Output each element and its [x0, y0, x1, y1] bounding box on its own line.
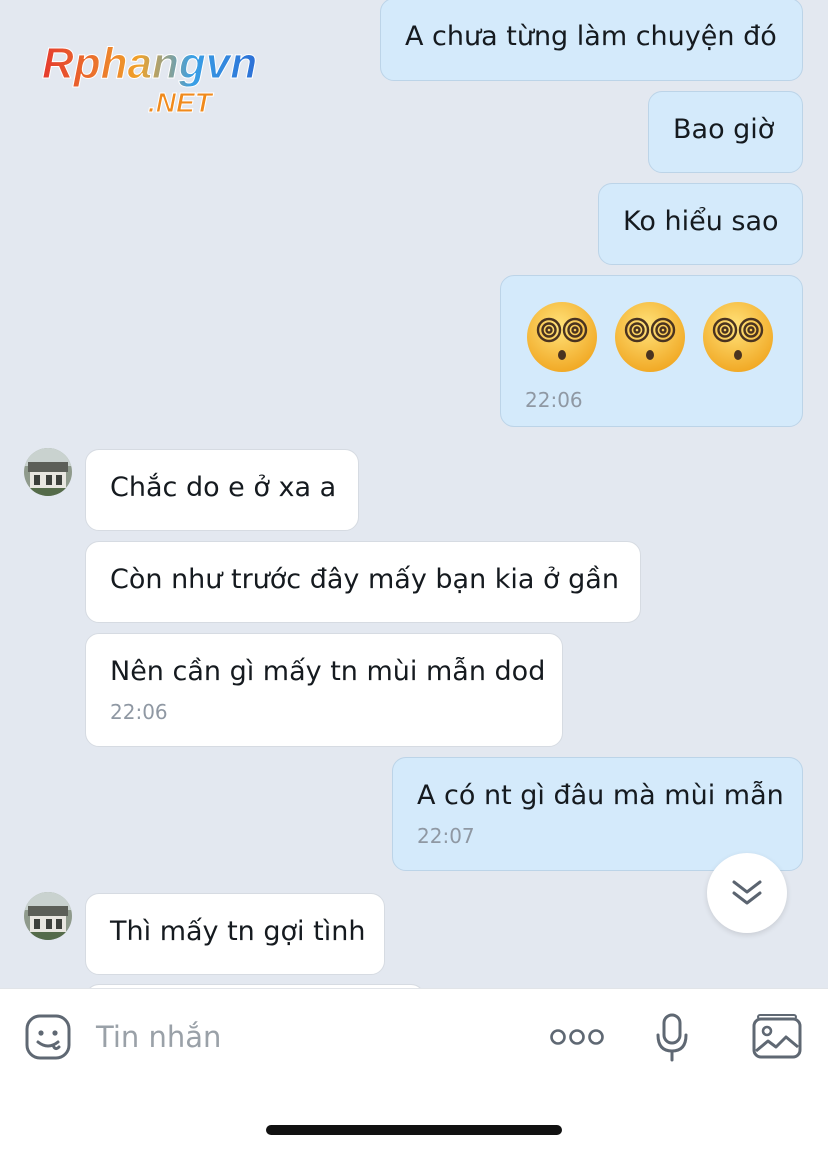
double-chevron-down-icon [732, 880, 762, 905]
incoming-message[interactable]: Nên cần gì mấy tn mùi mẫn dod 22:06 [85, 633, 563, 747]
message-text: A có nt gì đâu mà mùi mẫn [417, 780, 784, 811]
contact-avatar[interactable] [24, 448, 72, 496]
sticker-button[interactable] [24, 1013, 72, 1065]
outgoing-message[interactable]: Ko hiểu sao [598, 183, 803, 265]
message-input[interactable]: Tin nhắn [96, 1019, 221, 1055]
chat-message-list[interactable]: Rphangvn .NET A chưa từng làm chuyện đó … [0, 0, 828, 988]
dizzy-face-emoji-icon [527, 302, 597, 372]
message-text: Thì mấy tn gợi tình [110, 916, 366, 947]
incoming-message[interactable]: Thì mấy tn gợi tình [85, 893, 385, 975]
emoji-row [525, 296, 778, 374]
message-text: Bao giờ [673, 114, 775, 145]
message-time: 22:07 [417, 824, 475, 848]
message-text: Ko hiểu sao [623, 206, 779, 237]
image-picker-button[interactable] [752, 1013, 802, 1063]
sticker-face-icon [25, 1014, 71, 1060]
message-text: A chưa từng làm chuyện đó [405, 21, 777, 52]
contact-avatar[interactable] [24, 892, 72, 940]
dizzy-face-emoji-icon [703, 302, 773, 372]
message-time: 22:06 [110, 700, 168, 724]
microphone-icon [656, 1013, 688, 1062]
message-time: 22:06 [525, 388, 583, 412]
image-gallery-icon [752, 1014, 802, 1059]
outgoing-message[interactable]: A chưa từng làm chuyện đó [380, 0, 803, 81]
more-options-button[interactable] [549, 1027, 605, 1051]
home-indicator [266, 1125, 562, 1135]
scroll-to-bottom-button[interactable] [707, 853, 787, 933]
watermark-logo: Rphangvn .NET [42, 40, 258, 119]
message-text: Còn như trước đây mấy bạn kia ở gần [110, 564, 619, 595]
message-text: Nên cần gì mấy tn mùi mẫn dod [110, 656, 546, 687]
message-input-bar: Tin nhắn [0, 988, 828, 1151]
incoming-message[interactable]: Chắc do e ở xa a [85, 449, 359, 531]
dizzy-face-emoji-icon [615, 302, 685, 372]
outgoing-message[interactable]: Bao giờ [648, 91, 803, 173]
incoming-message[interactable]: Còn như trước đây mấy bạn kia ở gần [85, 541, 641, 623]
more-dots-icon [550, 1029, 604, 1045]
voice-message-button[interactable] [654, 1013, 690, 1067]
message-text: Chắc do e ở xa a [110, 472, 337, 503]
watermark-brand: Rphangvn [42, 40, 257, 88]
outgoing-emoji-message[interactable]: 22:06 [500, 275, 803, 427]
watermark-tld: .NET [148, 87, 215, 118]
